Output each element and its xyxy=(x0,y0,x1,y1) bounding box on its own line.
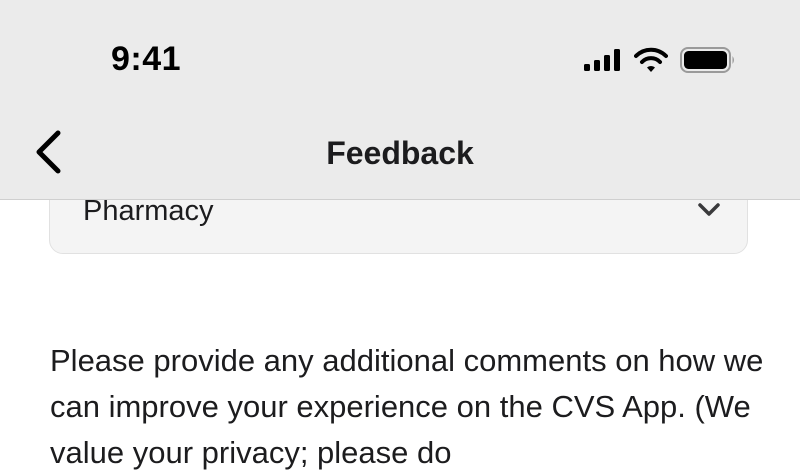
app-header: 9:41 Feedback xyxy=(0,0,800,200)
status-bar-time: 9:41 xyxy=(111,40,182,78)
wifi-icon xyxy=(634,47,668,73)
page-title: Feedback xyxy=(326,135,474,171)
chevron-down-icon xyxy=(697,201,721,221)
battery-icon xyxy=(680,47,736,73)
comments-prompt: Please provide any additional comments o… xyxy=(50,343,764,470)
cellular-signal-icon xyxy=(584,49,622,71)
status-bar-icons xyxy=(584,44,736,76)
